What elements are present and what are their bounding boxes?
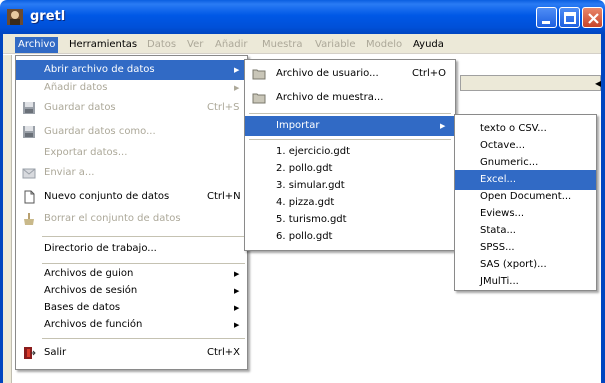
menu-item-label: Salir xyxy=(44,347,67,358)
menu-modelo[interactable]: Modelo xyxy=(363,37,405,53)
window-border-right xyxy=(601,34,605,383)
menu-item-accel: Ctrl+S xyxy=(207,102,240,113)
menu-separator xyxy=(249,113,451,114)
menu-item-anadir-datos[interactable]: Añadir datos ▶ xyxy=(16,78,247,98)
menu-item-nuevo-conjunto[interactable]: Nuevo conjunto de datos Ctrl+N xyxy=(16,187,247,207)
menu-item-accel: Ctrl+X xyxy=(207,347,241,358)
submenu-arrow-icon: ▶ xyxy=(234,66,240,74)
menu-item-abrir-archivo[interactable]: Abrir archivo de datos ▶ xyxy=(16,60,247,80)
submenu-arrow-icon: ▶ xyxy=(440,122,446,130)
menu-separator xyxy=(42,236,245,237)
menu-variable[interactable]: Variable xyxy=(312,37,359,53)
window-border-left xyxy=(0,34,3,383)
mail-icon xyxy=(22,168,36,179)
exit-icon xyxy=(24,347,36,359)
menu-item-label: Guardar datos xyxy=(44,102,116,113)
minimize-button[interactable] xyxy=(536,7,557,28)
menu-item-label: Importar xyxy=(276,120,320,131)
menu-item-label: 6. pollo.gdt xyxy=(276,231,333,242)
menu-item-exportar[interactable]: Exportar datos... xyxy=(16,143,247,163)
menu-item-label: Directorio de trabajo... xyxy=(44,243,157,254)
menu-item-label: Añadir datos xyxy=(44,82,108,93)
menu-item-label: Archivos de función xyxy=(44,319,143,330)
menu-item-label: Exportar datos... xyxy=(44,147,128,158)
maximize-icon xyxy=(564,12,576,24)
list-header xyxy=(460,75,601,91)
menu-item-borrar-conjunto[interactable]: Borrar el conjunto de datos xyxy=(16,209,247,229)
menu-datos[interactable]: Datos xyxy=(144,37,179,53)
menu-item-archivo-muestra[interactable]: Archivo de muestra... xyxy=(245,88,455,108)
menu-item-label: Abrir archivo de datos xyxy=(44,64,155,75)
menu-item-directorio[interactable]: Directorio de trabajo... xyxy=(16,239,247,259)
menu-item-label: Enviar a... xyxy=(44,167,95,178)
menu-item-label: Archivo de usuario... xyxy=(276,68,379,79)
close-icon xyxy=(588,13,599,24)
menu-archivo[interactable]: Archivo xyxy=(15,37,59,53)
menu-item-guardar-datos[interactable]: Guardar datos Ctrl+S xyxy=(16,98,247,118)
menu-herramientas[interactable]: Herramientas xyxy=(66,37,140,53)
menu-item-archivo-usuario[interactable]: Archivo de usuario... Ctrl+O xyxy=(245,64,455,84)
save-as-icon xyxy=(23,126,35,138)
title-bar[interactable]: gretl xyxy=(0,0,605,34)
menu-separator xyxy=(42,338,245,339)
menu-item-recent-6[interactable]: 6. pollo.gdt xyxy=(245,227,455,247)
abrir-submenu: Archivo de usuario... Ctrl+O Archivo de … xyxy=(244,59,456,251)
minimize-icon xyxy=(542,21,550,24)
menu-item-label: Guardar datos como... xyxy=(44,126,156,137)
submenu-arrow-icon: ▶ xyxy=(234,321,240,329)
menu-item-accel: Ctrl+O xyxy=(412,68,447,79)
menu-item-label: Nuevo conjunto de datos xyxy=(44,191,170,202)
menu-item-label: Archivo de muestra... xyxy=(276,92,384,103)
new-document-icon xyxy=(24,190,35,204)
submenu-arrow-icon: ▶ xyxy=(234,84,240,92)
menu-anadir[interactable]: Añadir xyxy=(212,37,251,53)
folder-icon xyxy=(252,69,266,80)
archivo-menu: Abrir archivo de datos ▶ Añadir datos ▶ … xyxy=(15,55,248,370)
close-button[interactable] xyxy=(582,7,603,28)
menu-item-accel: Ctrl+N xyxy=(207,191,241,202)
clear-icon xyxy=(24,213,34,225)
gretl-app-icon xyxy=(7,9,23,25)
menu-item-funcion[interactable]: Archivos de función ▶ xyxy=(16,315,247,335)
menu-muestra[interactable]: Muestra xyxy=(259,37,306,53)
menu-bar: Archivo Herramientas Datos Ver Añadir Mu… xyxy=(0,34,605,54)
menu-ayuda[interactable]: Ayuda xyxy=(410,37,447,53)
maximize-button[interactable] xyxy=(559,7,580,28)
menu-item-jmulti[interactable]: JMulTi... xyxy=(455,272,596,292)
menu-item-enviar[interactable]: Enviar a... xyxy=(16,163,247,183)
folder-icon xyxy=(252,93,266,104)
menu-ver[interactable]: Ver xyxy=(184,37,206,53)
window-title: gretl xyxy=(30,9,66,24)
menu-item-label: JMulTi... xyxy=(480,276,519,287)
menu-item-guardar-como[interactable]: Guardar datos como... xyxy=(16,122,247,142)
menu-item-label: Borrar el conjunto de datos xyxy=(44,213,181,224)
save-icon xyxy=(23,102,35,114)
menu-item-salir[interactable]: Salir Ctrl+X xyxy=(16,343,247,363)
menu-separator xyxy=(249,139,451,140)
importar-submenu: texto o CSV... Octave... Gnumeric... Exc… xyxy=(454,114,597,291)
menu-item-importar[interactable]: Importar ▶ xyxy=(245,116,455,136)
